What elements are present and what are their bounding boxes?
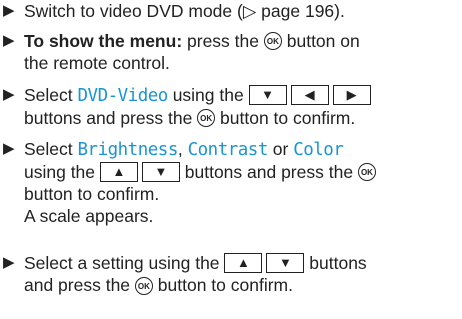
step-5: ▶ Select a setting using the ▲ ▼ buttons … [0, 252, 462, 296]
manual-page: ▶ Switch to video DVD mode (▷ page 196).… [0, 0, 462, 319]
left-key-icon: ◀ [290, 85, 329, 106]
step-1: ▶ Switch to video DVD mode (▷ page 196). [0, 0, 462, 22]
step-4-sep2: or [267, 139, 294, 159]
step-3-text-a: Select [24, 85, 78, 105]
step-5-line2: and press the OK button to confirm. [24, 274, 462, 296]
contrast-option: Contrast [187, 140, 269, 160]
step-4-sep1: , [177, 139, 188, 159]
step-4-line2-a: using the [24, 162, 100, 182]
brightness-option: Brightness [77, 140, 179, 160]
step-2-line2: the remote control. [24, 53, 170, 73]
ok-button-icon: OK [197, 109, 216, 128]
bullet-arrow-icon: ▶ [3, 86, 15, 103]
nav-key-group: ▼ ◀ ▶ [248, 85, 371, 106]
step-5-line2-b: button to confirm. [152, 275, 293, 296]
bullet-arrow-icon: ▶ [3, 32, 15, 49]
step-4-line3: button to confirm. [24, 184, 160, 205]
step-2-text-b: button on [281, 31, 360, 51]
step-5-line2-a: and press the [24, 275, 135, 296]
step-5-text-b: buttons [304, 253, 367, 273]
ok-button-icon: OK [263, 32, 282, 51]
updown-key-group: ▲ ▼ [224, 253, 305, 274]
updown-key-group: ▲ ▼ [99, 162, 180, 183]
step-3-line2-a: buttons and press the [24, 108, 198, 128]
step-4-text-a: Select [24, 139, 78, 159]
down-key-icon: ▼ [248, 85, 287, 106]
down-key-icon: ▼ [141, 162, 180, 183]
step-3-text-b: using the [167, 85, 249, 105]
bullet-arrow-icon: ▶ [3, 140, 15, 157]
step-4-line2: using the ▲ ▼ buttons and press the OK [24, 161, 462, 183]
step-2-bold-label: To show the menu: [24, 31, 183, 51]
ok-button-icon: OK [134, 276, 153, 295]
step-1-text-b: page 196). [256, 1, 345, 21]
color-option: Color [293, 140, 344, 160]
bullet-arrow-icon: ▶ [3, 2, 15, 19]
dvd-video-option: DVD-Video [77, 86, 169, 106]
step-3-line2: buttons and press the OK button to confi… [24, 107, 462, 129]
step-3-line2-b: button to confirm. [215, 108, 356, 128]
step-5-text-a: Select a setting using the [24, 253, 225, 273]
step-4-line2-b: buttons and press the [179, 162, 358, 182]
down-key-icon: ▼ [266, 253, 305, 274]
page-ref-icon: ▷ [242, 1, 257, 21]
step-4-line4: A scale appears. [24, 206, 154, 227]
step-1-text-a: Switch to video DVD mode ( [24, 1, 243, 21]
step-4: ▶ Select Brightness, Contrast or Color u… [0, 138, 462, 227]
step-2-text-a: press the [182, 31, 264, 51]
step-2: ▶ To show the menu: press the OK button … [0, 30, 462, 74]
step-3: ▶ Select DVD-Video using the ▼ ◀ ▶ buttons… [0, 84, 462, 129]
ok-button-icon: OK [357, 163, 376, 182]
up-key-icon: ▲ [224, 253, 263, 274]
bullet-arrow-icon: ▶ [3, 254, 15, 271]
up-key-icon: ▲ [99, 162, 138, 183]
right-key-icon: ▶ [332, 85, 371, 106]
